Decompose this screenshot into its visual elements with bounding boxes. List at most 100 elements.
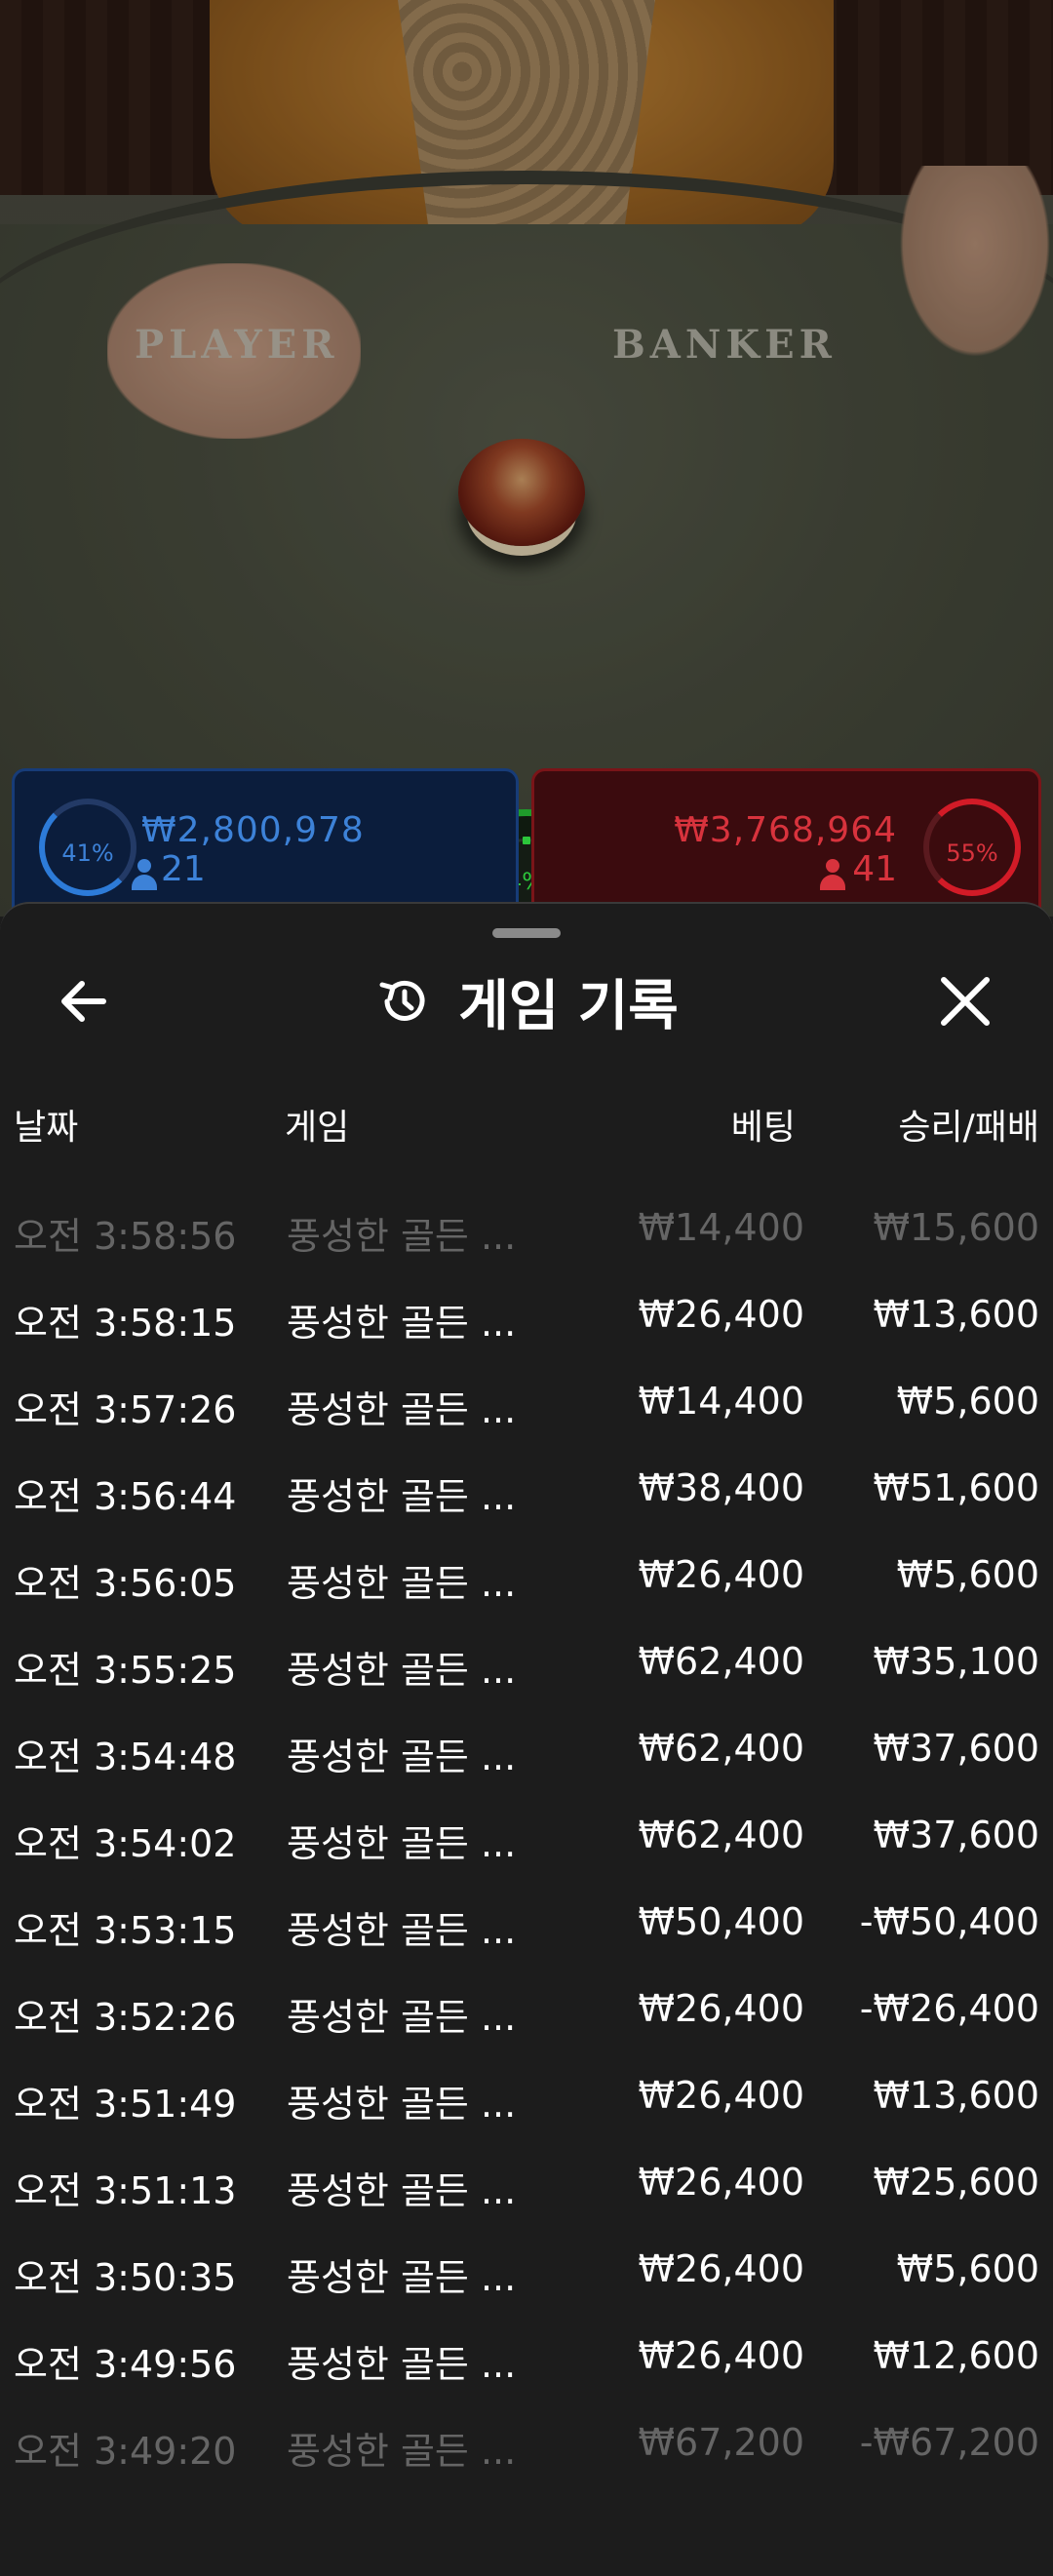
history-row[interactable]: 오전 3:57:26 풍성한 골든 ... ₩14,400 ₩5,600 bbox=[0, 1362, 1053, 1449]
row-result-amount: ₩13,600 bbox=[873, 1293, 1039, 1336]
row-game-name: 풍성한 골든 ... bbox=[287, 1649, 517, 1692]
game-history-sheet: 게임 기록 날짜 게임 베팅 승리/패배 오전 3:58:56 풍성한 골든 ..… bbox=[0, 902, 1053, 2576]
row-game-name: 풍성한 골든 ... bbox=[287, 1302, 517, 1345]
row-time: 오전 3:54:48 bbox=[14, 1736, 237, 1778]
row-bet-amount: ₩26,400 bbox=[638, 2074, 804, 2117]
history-icon bbox=[379, 980, 425, 1021]
row-result-amount: ₩25,600 bbox=[873, 2161, 1039, 2204]
history-row[interactable]: 오전 3:58:56 풍성한 골든 ... ₩14,400 ₩15,600 bbox=[0, 1189, 1053, 1275]
row-game-name: 풍성한 골든 ... bbox=[287, 1562, 517, 1605]
column-header-bet[interactable]: 베팅 bbox=[731, 1099, 796, 1150]
row-game-name: 풍성한 골든 ... bbox=[287, 1736, 517, 1778]
list-top-fade bbox=[0, 1167, 1053, 1196]
player-bettor-count: 21 bbox=[161, 849, 206, 889]
banker-bettor-count: 41 bbox=[852, 849, 897, 889]
row-time: 오전 3:49:20 bbox=[14, 2430, 237, 2473]
row-time: 오전 3:58:15 bbox=[14, 1302, 237, 1345]
row-game-name: 풍성한 골든 ... bbox=[287, 2256, 517, 2299]
row-time: 오전 3:52:26 bbox=[14, 1996, 237, 2039]
column-header-date[interactable]: 날짜 bbox=[14, 1099, 78, 1150]
history-row[interactable]: 오전 3:51:13 풍성한 골든 ... ₩26,400 ₩25,600 bbox=[0, 2143, 1053, 2230]
row-result-amount: ₩5,600 bbox=[896, 1380, 1039, 1423]
row-time: 오전 3:50:35 bbox=[14, 2256, 237, 2299]
drag-handle[interactable] bbox=[492, 928, 561, 938]
player-percent: 41% bbox=[61, 839, 114, 867]
row-result-amount: -₩26,400 bbox=[859, 1987, 1039, 2030]
row-game-name: 풍성한 골든 ... bbox=[287, 1909, 517, 1952]
close-button[interactable] bbox=[926, 962, 1004, 1040]
row-result-amount: ₩13,600 bbox=[873, 2074, 1039, 2117]
player-bet-panel[interactable]: 41% ₩2,800,978 21 bbox=[12, 768, 519, 915]
sheet-header: 게임 기록 bbox=[0, 953, 1053, 1050]
history-row[interactable]: 오전 3:56:44 풍성한 골든 ... ₩38,400 ₩51,600 bbox=[0, 1449, 1053, 1536]
row-time: 오전 3:56:05 bbox=[14, 1562, 237, 1605]
history-row[interactable]: 오전 3:50:35 풍성한 골든 ... ₩26,400 ₩5,600 bbox=[0, 2230, 1053, 2317]
row-result-amount: -₩67,200 bbox=[859, 2421, 1039, 2464]
row-result-amount: ₩5,600 bbox=[896, 2247, 1039, 2290]
row-game-name: 풍성한 골든 ... bbox=[287, 2343, 517, 2386]
row-bet-amount: ₩62,400 bbox=[638, 1640, 804, 1683]
history-row[interactable]: 오전 3:52:26 풍성한 골든 ... ₩26,400 -₩26,400 bbox=[0, 1970, 1053, 2056]
history-row[interactable]: 오전 3:51:49 풍성한 골든 ... ₩26,400 ₩13,600 bbox=[0, 2056, 1053, 2143]
person-icon bbox=[820, 859, 845, 890]
row-bet-amount: ₩26,400 bbox=[638, 2334, 804, 2377]
row-time: 오전 3:54:02 bbox=[14, 1822, 237, 1865]
banker-percent: 55% bbox=[946, 839, 998, 867]
player-percent-ring: 41% bbox=[39, 799, 136, 896]
row-game-name: 풍성한 골든 ... bbox=[287, 1388, 517, 1431]
sheet-title: 게임 기록 bbox=[458, 974, 679, 1038]
history-row[interactable]: 오전 3:53:15 풍성한 골든 ... ₩50,400 -₩50,400 bbox=[0, 1883, 1053, 1970]
row-bet-amount: ₩26,400 bbox=[638, 1293, 804, 1336]
row-bet-amount: ₩38,400 bbox=[638, 1466, 804, 1509]
row-game-name: 풍성한 골든 ... bbox=[287, 1996, 517, 2039]
history-row[interactable]: 오전 3:56:05 풍성한 골든 ... ₩26,400 ₩5,600 bbox=[0, 1536, 1053, 1622]
row-game-name: 풍성한 골든 ... bbox=[287, 2430, 517, 2473]
row-result-amount: ₩15,600 bbox=[873, 1206, 1039, 1249]
history-row[interactable]: 오전 3:49:56 풍성한 골든 ... ₩26,400 ₩12,600 bbox=[0, 2317, 1053, 2403]
row-time: 오전 3:53:15 bbox=[14, 1909, 237, 1952]
row-game-name: 풍성한 골든 ... bbox=[287, 2169, 517, 2212]
row-bet-amount: ₩14,400 bbox=[638, 1206, 804, 1249]
row-bet-amount: ₩62,400 bbox=[638, 1727, 804, 1770]
history-row[interactable]: 오전 3:58:15 풍성한 골든 ... ₩26,400 ₩13,600 bbox=[0, 1275, 1053, 1362]
banker-total-amount: ₩3,768,964 bbox=[674, 810, 897, 850]
row-bet-amount: ₩62,400 bbox=[638, 1814, 804, 1856]
row-time: 오전 3:58:56 bbox=[14, 1215, 237, 1258]
row-bet-amount: ₩14,400 bbox=[638, 1380, 804, 1423]
row-result-amount: ₩12,600 bbox=[873, 2334, 1039, 2377]
row-bet-amount: ₩67,200 bbox=[638, 2421, 804, 2464]
row-time: 오전 3:55:25 bbox=[14, 1649, 237, 1692]
row-time: 오전 3:51:13 bbox=[14, 2169, 237, 2212]
player-total-amount: ₩2,800,978 bbox=[141, 810, 365, 850]
row-result-amount: ₩5,600 bbox=[896, 1553, 1039, 1596]
row-time: 오전 3:57:26 bbox=[14, 1388, 237, 1431]
history-row[interactable]: 오전 3:55:25 풍성한 골든 ... ₩62,400 ₩35,100 bbox=[0, 1622, 1053, 1709]
row-bet-amount: ₩26,400 bbox=[638, 2247, 804, 2290]
row-game-name: 풍성한 골든 ... bbox=[287, 1822, 517, 1865]
row-time: 오전 3:51:49 bbox=[14, 2083, 237, 2126]
history-list[interactable]: 오전 3:58:56 풍성한 골든 ... ₩14,400 ₩15,600 오전 3:5… bbox=[0, 1189, 1053, 2490]
row-time: 오전 3:56:44 bbox=[14, 1475, 237, 1518]
row-result-amount: ₩37,600 bbox=[873, 1814, 1039, 1856]
column-header-result[interactable]: 승리/패배 bbox=[898, 1099, 1039, 1150]
row-result-amount: ₩37,600 bbox=[873, 1727, 1039, 1770]
row-result-amount: ₩51,600 bbox=[873, 1466, 1039, 1509]
row-time: 오전 3:49:56 bbox=[14, 2343, 237, 2386]
row-bet-amount: ₩26,400 bbox=[638, 2161, 804, 2204]
column-header-game[interactable]: 게임 bbox=[285, 1099, 349, 1150]
history-row[interactable]: 오전 3:54:48 풍성한 골든 ... ₩62,400 ₩37,600 bbox=[0, 1709, 1053, 1796]
row-result-amount: -₩50,400 bbox=[859, 1900, 1039, 1943]
row-game-name: 풍성한 골든 ... bbox=[287, 1475, 517, 1518]
row-bet-amount: ₩50,400 bbox=[638, 1900, 804, 1943]
banker-percent-ring: 55% bbox=[923, 799, 1021, 896]
row-game-name: 풍성한 골든 ... bbox=[287, 1215, 517, 1258]
history-row[interactable]: 오전 3:54:02 풍성한 골든 ... ₩62,400 ₩37,600 bbox=[0, 1796, 1053, 1883]
row-bet-amount: ₩26,400 bbox=[638, 1553, 804, 1596]
tie-percent-mark bbox=[523, 837, 530, 844]
row-result-amount: ₩35,100 bbox=[873, 1640, 1039, 1683]
banker-bet-panel[interactable]: ₩3,768,964 41 55% bbox=[531, 768, 1041, 915]
row-bet-amount: ₩26,400 bbox=[638, 1987, 804, 2030]
history-row[interactable]: 오전 3:49:20 풍성한 골든 ... ₩67,200 -₩67,200 bbox=[0, 2403, 1053, 2490]
person-icon bbox=[132, 859, 157, 890]
row-game-name: 풍성한 골든 ... bbox=[287, 2083, 517, 2126]
